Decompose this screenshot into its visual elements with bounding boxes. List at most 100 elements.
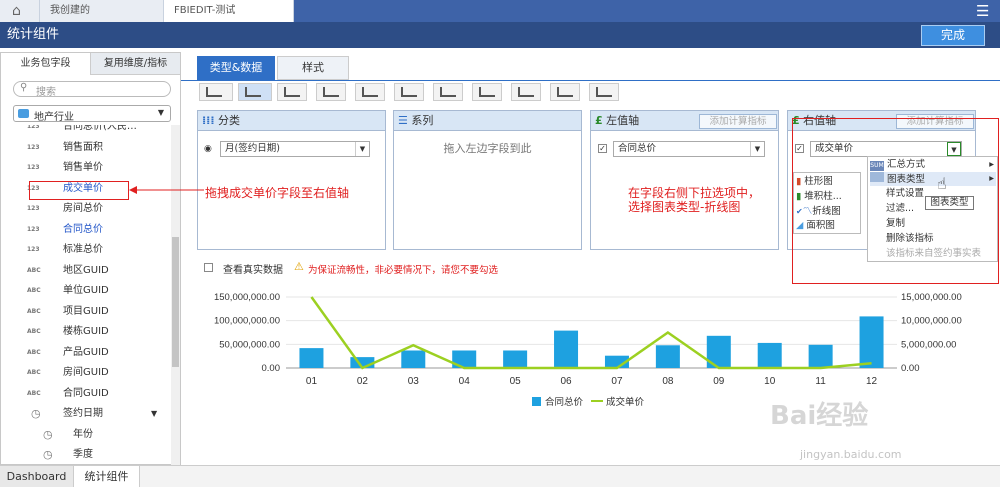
- bar: [503, 350, 528, 368]
- stacked-icon[interactable]: [316, 83, 346, 101]
- chevron-down-icon[interactable]: ▼: [151, 404, 157, 424]
- menu-item-filter[interactable]: 过滤...: [886, 202, 914, 216]
- category-select[interactable]: 月(签约日期) ▼: [220, 141, 370, 157]
- field-item[interactable]: 123 销售单价: [1, 158, 171, 178]
- category-panel: ⁞⁞⁞ 分类 ◉ 月(签约日期) ▼: [197, 110, 386, 250]
- field-type-icon: ABC: [27, 389, 41, 397]
- stacked-bar-icon: ▮: [796, 191, 802, 202]
- field-item[interactable]: ◷ 签约日期 ▼: [1, 404, 171, 424]
- field-type-icon: ABC: [27, 307, 41, 315]
- gauge-icon[interactable]: [433, 83, 463, 101]
- field-item[interactable]: 123 合同总价: [1, 220, 171, 240]
- series-panel: ☰ 系列 拖入左边字段到此: [393, 110, 582, 250]
- field-item[interactable]: ◷ 季度: [1, 445, 171, 465]
- field-item[interactable]: ABC 项目GUID: [1, 302, 171, 322]
- field-item[interactable]: 123 房间总价: [1, 199, 171, 219]
- menu-item-style[interactable]: 样式设置: [886, 187, 924, 201]
- field-label: 产品GUID: [63, 346, 109, 358]
- real-data-checkbox[interactable]: [204, 263, 213, 272]
- hand-cursor-icon: ☝: [937, 174, 947, 193]
- field-item[interactable]: ABC 地区GUID: [1, 261, 171, 281]
- field-item[interactable]: 123 销售面积: [1, 138, 171, 158]
- field-item[interactable]: 123 标准总价: [1, 240, 171, 260]
- submenu-area[interactable]: ◢ 面积图: [796, 219, 835, 233]
- chevron-down-icon[interactable]: ▼: [750, 142, 764, 156]
- add-metric-button[interactable]: 添加计算指标: [699, 114, 777, 129]
- menu-item-delete[interactable]: 删除该指标: [886, 232, 934, 246]
- area-chart-icon: ◢: [796, 220, 804, 231]
- tab-reuse[interactable]: 复用维度/指标: [91, 53, 180, 75]
- menu-item-aggregate[interactable]: SUM 汇总方式 ▸: [870, 158, 996, 172]
- x-tick-label: 03: [408, 376, 420, 387]
- submenu-stacked[interactable]: ▮ 堆积柱...: [796, 190, 842, 204]
- tab-style[interactable]: 样式: [277, 56, 349, 80]
- field-item[interactable]: 123 合同总价(人民…: [1, 125, 171, 137]
- tooltip: 图表类型: [925, 196, 974, 210]
- field-type-icon: ABC: [27, 266, 41, 274]
- field-item[interactable]: ABC 楼栋GUID: [1, 322, 171, 342]
- check-icon: ✔: [796, 207, 803, 216]
- left-axis-title: 左值轴: [606, 114, 640, 127]
- field-item[interactable]: ABC 房间GUID: [1, 363, 171, 383]
- y2-tick-label: 10,000,000.00: [901, 316, 962, 327]
- tab-component[interactable]: 统计组件: [74, 466, 140, 487]
- currency-icon: £: [595, 114, 603, 127]
- tab-type-data[interactable]: 类型&数据: [197, 56, 275, 80]
- scatter-icon[interactable]: [550, 83, 580, 101]
- chevron-down-icon[interactable]: ▼: [355, 142, 369, 156]
- field-label: 合同GUID: [63, 387, 109, 399]
- field-label: 项目GUID: [63, 305, 109, 317]
- menu-icon[interactable]: ☰: [976, 2, 989, 20]
- annotation-line2: 选择图表类型-折线图: [628, 200, 741, 214]
- search-input[interactable]: ⚲ 搜索: [13, 81, 171, 98]
- industry-select[interactable]: 地产行业 ▼: [13, 105, 171, 123]
- tab-business-fields[interactable]: 业务包字段: [1, 53, 91, 75]
- x-tick-label: 02: [357, 376, 369, 387]
- field-item[interactable]: ABC 单位GUID: [1, 281, 171, 301]
- tab-dashboard[interactable]: Dashboard: [0, 466, 74, 487]
- combo-icon[interactable]: [394, 83, 424, 101]
- field-label: 合同总价: [63, 223, 103, 235]
- list-icon: ☰: [398, 114, 408, 127]
- chevron-right-icon: ▸: [989, 173, 994, 184]
- submenu-bar[interactable]: ▮ 柱形图: [796, 175, 833, 189]
- left-axis-panel: £ 左值轴 添加计算指标 ✓ 合同总价 ▼: [590, 110, 779, 250]
- bar: [401, 350, 426, 368]
- radio-icon[interactable]: ◉: [204, 144, 212, 154]
- field-type-icon: 123: [27, 246, 40, 253]
- y-tick-label: 0.00: [262, 363, 281, 374]
- scrollbar[interactable]: [171, 125, 180, 465]
- annotation-drag: 拖拽成交单价字段至右值轴: [205, 186, 350, 200]
- donut-icon[interactable]: [472, 83, 502, 101]
- field-label: 签约日期: [63, 408, 103, 419]
- chart-area: 150,000,000.00 15,000,000.00 100,000,000.0…: [214, 292, 962, 408]
- left-axis-select[interactable]: 合同总价 ▼: [613, 141, 765, 157]
- field-item[interactable]: ◷ 年份: [1, 425, 171, 445]
- left-checkbox[interactable]: ✓: [598, 144, 607, 153]
- done-button[interactable]: 完成: [921, 25, 985, 46]
- bar-chart-icon[interactable]: [238, 83, 272, 101]
- field-item[interactable]: ABC 合同GUID: [1, 384, 171, 404]
- menu-item-chart-type[interactable]: 图表类型 ▸: [870, 172, 996, 186]
- chart-type-submenu: ▮ 柱形图 ▮ 堆积柱... ✔〽折线图 ◢ 面积图: [793, 172, 861, 234]
- field-label: 楼栋GUID: [63, 326, 109, 337]
- pie-icon[interactable]: [355, 83, 385, 101]
- field-type-icon: ABC: [27, 328, 41, 335]
- map-icon[interactable]: [589, 83, 619, 101]
- annotation-arrow: [129, 186, 204, 194]
- table-chart-icon[interactable]: [199, 83, 233, 101]
- menu-item-copy[interactable]: 复制: [886, 217, 905, 231]
- home-tab[interactable]: ⌂: [0, 0, 40, 22]
- bubble-icon[interactable]: [511, 83, 541, 101]
- real-data-label: 查看真实数据: [223, 265, 283, 276]
- tab-mine[interactable]: 我创建的: [40, 0, 164, 22]
- x-tick-label: 01: [306, 376, 318, 387]
- field-item[interactable]: ABC 产品GUID: [1, 343, 171, 363]
- field-label: 房间GUID: [63, 367, 109, 378]
- x-tick-label: 08: [662, 376, 674, 387]
- x-tick-label: 10: [764, 376, 776, 387]
- bar: [299, 348, 324, 368]
- horizontal-bar-icon[interactable]: [277, 83, 307, 101]
- tab-edit[interactable]: FBIEDIT-测试: [164, 0, 294, 22]
- submenu-line[interactable]: ✔〽折线图: [796, 205, 841, 219]
